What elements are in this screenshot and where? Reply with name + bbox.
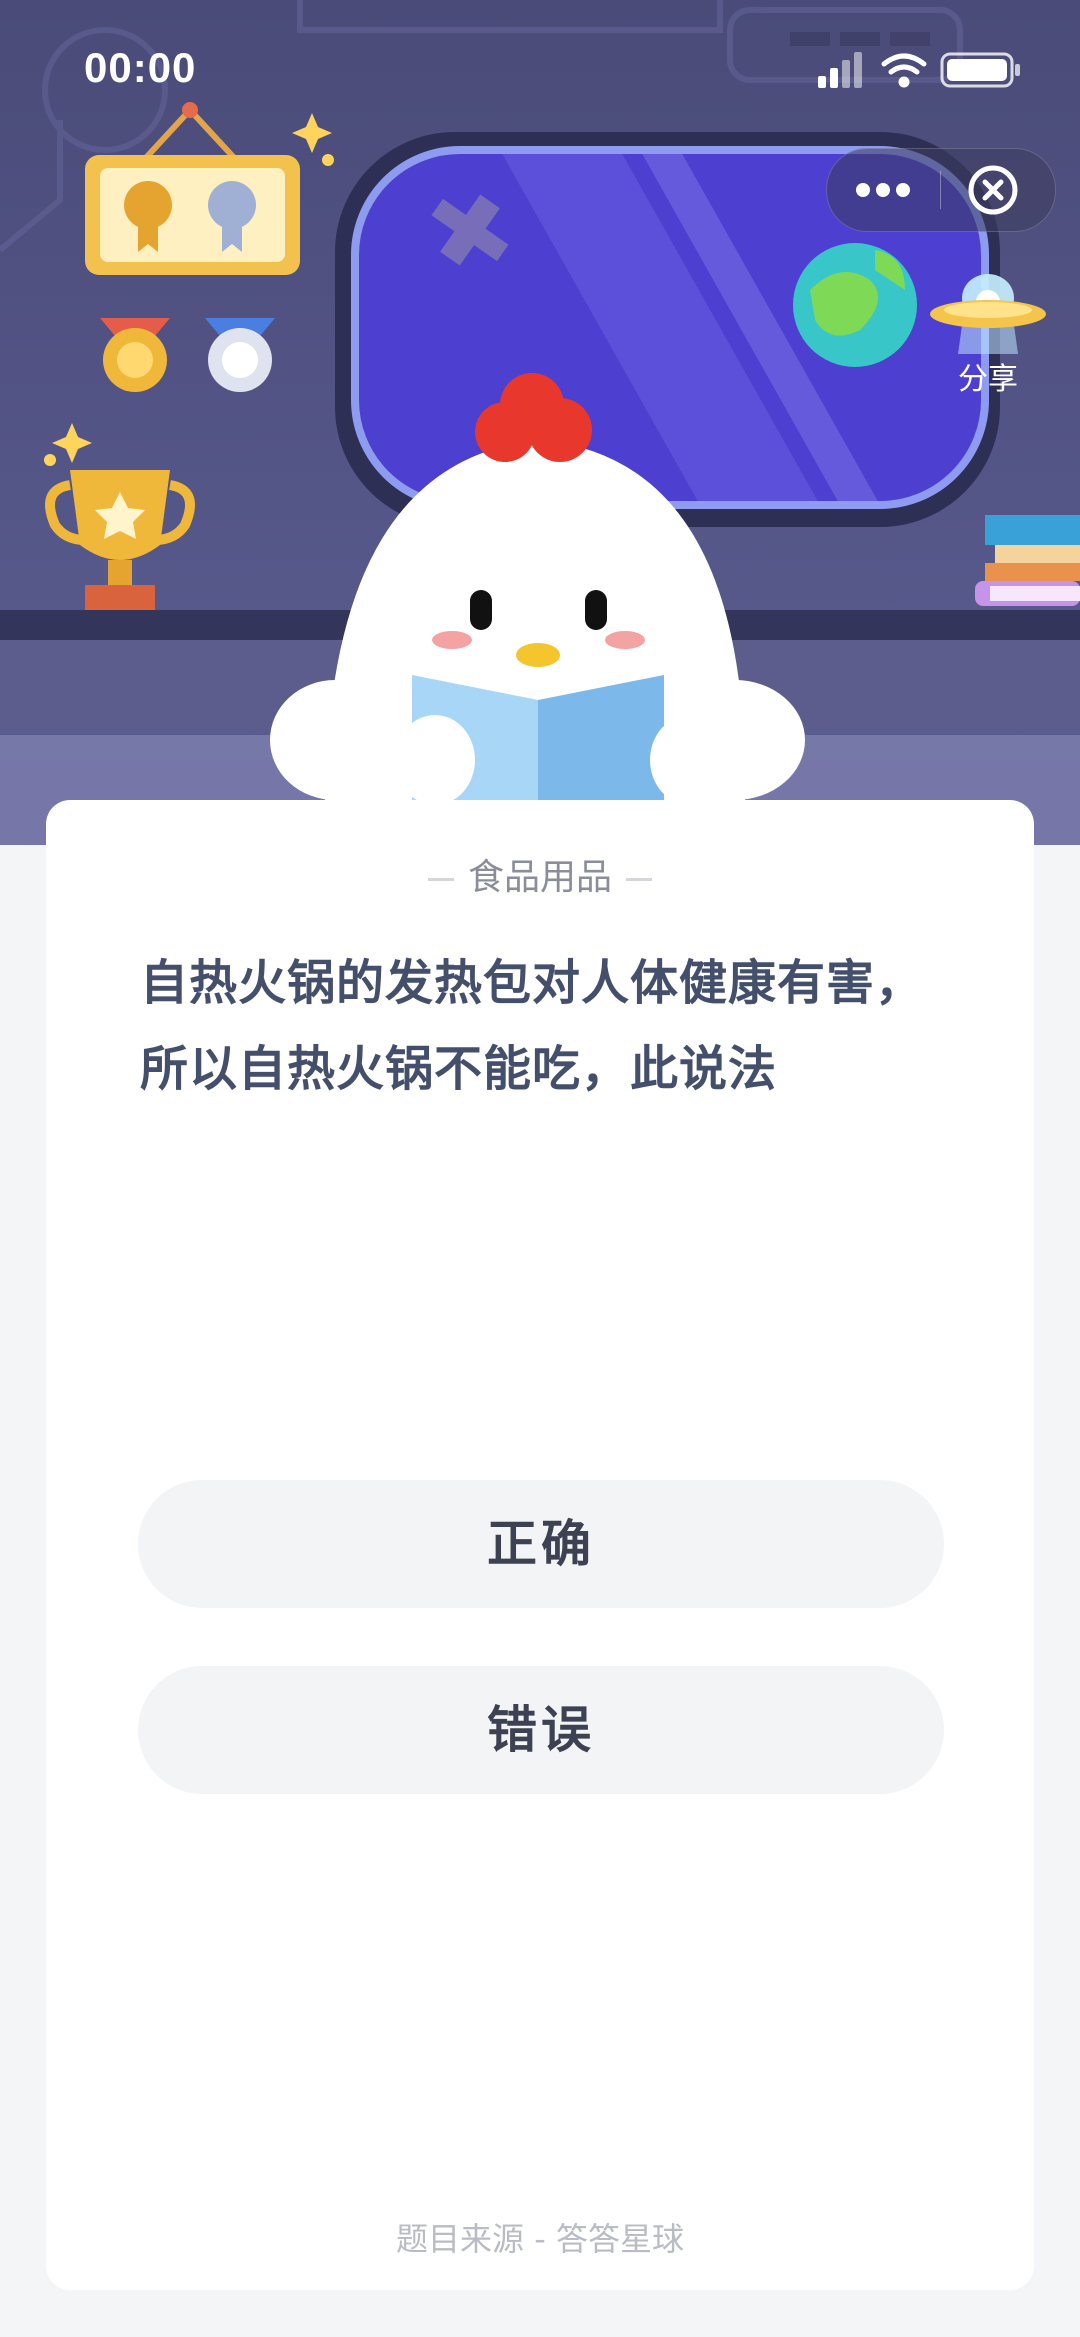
option-true-button[interactable]: 正确 <box>138 1480 944 1608</box>
share-button[interactable]: 分享 <box>918 258 1058 408</box>
signal-icon <box>818 52 862 88</box>
question-source: 题目来源 - 答答星球 <box>396 2220 684 2258</box>
category-line-left <box>427 877 454 881</box>
category-text: 食品用品 <box>467 857 612 898</box>
status-bar: 00:00 <box>0 0 1080 130</box>
category-line-right <box>626 877 652 881</box>
medals-illustration <box>100 318 275 392</box>
close-circle-icon <box>968 165 1018 215</box>
battery-icon <box>940 52 1020 88</box>
option-false-button[interactable]: 错误 <box>138 1666 944 1794</box>
status-icons <box>818 52 1020 88</box>
hero-illustration: 00:00 分享 <box>0 0 1080 845</box>
more-dots-icon <box>856 183 910 197</box>
wifi-icon <box>881 53 927 88</box>
ufo-icon <box>930 274 1046 354</box>
books-illustration <box>975 515 1080 606</box>
category-label: 食品用品 <box>46 848 1034 900</box>
miniprogram-capsule <box>826 148 1056 232</box>
close-button[interactable] <box>941 149 1055 231</box>
more-button[interactable] <box>827 149 940 231</box>
status-time: 00:00 <box>84 44 197 91</box>
question-text: 自热火锅的发热包对人体健康有害，所以自热火锅不能吃，此说法 <box>140 955 925 1097</box>
trophy-illustration <box>45 470 195 610</box>
question-card: 食品用品 自热火锅的发热包对人体健康有害，所以自热火锅不能吃，此说法 正确 错误… <box>46 800 1034 2290</box>
share-label: 分享 <box>958 362 1018 397</box>
